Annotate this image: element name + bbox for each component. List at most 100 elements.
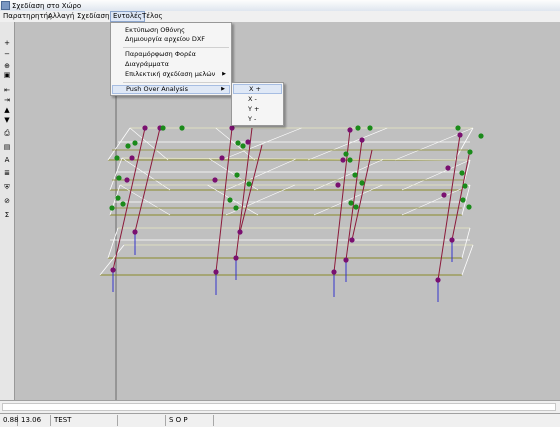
node-purple xyxy=(229,125,235,131)
menu-item-push-over[interactable]: Push Over Analysis ▶ xyxy=(112,85,230,94)
chart-icon[interactable]: ≣ xyxy=(2,169,12,178)
node-purple xyxy=(110,267,116,273)
layers-icon[interactable]: ▤ xyxy=(2,143,12,152)
node-purple xyxy=(129,155,135,161)
text-icon[interactable]: A xyxy=(2,156,12,165)
app-icon xyxy=(1,1,10,10)
vertical-toolbar: + − ⊕ ▣ ⇤ ⇥ ▲ ▼ ⎙ ▤ A ≣ ⛨ ⊘ Σ xyxy=(0,22,15,400)
slab-edge xyxy=(454,127,474,161)
node-purple xyxy=(245,139,251,145)
node-green xyxy=(234,172,240,178)
node-green xyxy=(115,195,121,201)
view-icon[interactable]: ▣ xyxy=(2,71,12,80)
node-green xyxy=(114,155,120,161)
menu-item-label: Παραμόρφωση Φορέα xyxy=(125,50,196,58)
status-name: TEST xyxy=(51,415,118,426)
menu-item-deformation[interactable]: Παραμόρφωση Φορέα xyxy=(112,50,230,59)
submenu-item-y-plus[interactable]: Y + xyxy=(233,104,282,114)
pan-right-icon[interactable]: ⇥ xyxy=(2,96,12,105)
menu-end[interactable]: Τέλος xyxy=(140,11,165,22)
grid-diagonal xyxy=(313,159,384,191)
drawing-canvas[interactable] xyxy=(15,22,560,400)
menu-item-dxf-export[interactable]: Δημιουργία αρχείου DXF xyxy=(112,35,230,44)
menu-change[interactable]: Αλλαγή xyxy=(46,11,76,22)
push-over-submenu: X + X - Y + Y - xyxy=(231,82,284,126)
slab-edge xyxy=(461,244,474,276)
node-purple xyxy=(212,177,218,183)
node-purple xyxy=(142,125,148,131)
node-purple xyxy=(347,127,353,133)
node-purple xyxy=(343,257,349,263)
node-purple xyxy=(124,177,130,183)
grid-diagonal xyxy=(401,159,471,191)
status-x: 0.88 xyxy=(0,415,19,426)
node-purple xyxy=(445,165,451,171)
sum-icon[interactable]: Σ xyxy=(2,211,12,220)
menu-item-print-screen[interactable]: Εκτύπωση Οθόνης xyxy=(112,26,230,35)
submenu-arrow-icon: ▶ xyxy=(222,71,226,77)
node-purple xyxy=(441,192,447,198)
node-purple xyxy=(359,137,365,143)
submenu-item-x-plus[interactable]: X + xyxy=(233,84,282,94)
print-icon[interactable]: ⎙ xyxy=(2,129,12,138)
node-green xyxy=(120,201,126,207)
pan-left-icon[interactable]: ⇤ xyxy=(2,86,12,95)
node-green xyxy=(353,204,359,210)
menu-item-label: Δημιουργία αρχείου DXF xyxy=(125,35,206,43)
status-mode: S O P xyxy=(166,415,214,426)
menu-item-label: Push Over Analysis xyxy=(126,85,188,93)
menu-item-selective-drawing[interactable]: Επιλεκτική σχεδίαση μελών ▶ xyxy=(112,70,230,79)
node-green xyxy=(355,125,361,131)
zoom-out-icon[interactable]: − xyxy=(2,50,12,59)
node-purple xyxy=(219,155,225,161)
node-green xyxy=(246,181,252,187)
menu-design[interactable]: Σχεδίαση xyxy=(75,11,111,22)
node-green xyxy=(455,125,461,131)
settings-icon[interactable]: ⛨ xyxy=(2,183,12,192)
submenu-item-y-minus[interactable]: Y - xyxy=(233,114,282,124)
slab-edge xyxy=(461,227,471,259)
stop-icon[interactable]: ⊘ xyxy=(2,197,12,206)
node-purple xyxy=(435,277,441,283)
node-green xyxy=(132,140,138,146)
commands-dropdown: Εκτύπωση Οθόνης Δημιουργία αρχείου DXF Π… xyxy=(110,22,232,96)
node-green xyxy=(348,200,354,206)
node-green xyxy=(116,175,122,181)
node-purple xyxy=(331,269,337,275)
pan-down-icon[interactable]: ▼ xyxy=(2,116,12,125)
horizontal-scrollbar[interactable] xyxy=(0,400,560,414)
structure-drawing xyxy=(99,88,484,400)
node-green xyxy=(240,143,246,149)
column-line xyxy=(239,144,263,233)
status-bar: 0.88 13.06 TEST S O P xyxy=(0,414,560,427)
menu-item-label: Εκτύπωση Οθόνης xyxy=(125,26,185,34)
node-green xyxy=(343,151,349,157)
zoom-in-icon[interactable]: + xyxy=(2,39,12,48)
pan-up-icon[interactable]: ▲ xyxy=(2,106,12,115)
zoom-icon[interactable]: ⊕ xyxy=(2,62,12,71)
submenu-item-x-minus[interactable]: X - xyxy=(233,94,282,104)
submenu-arrow-icon: ▶ xyxy=(221,86,225,92)
node-green xyxy=(179,125,185,131)
status-y: 13.06 xyxy=(18,415,51,426)
node-green xyxy=(467,149,473,155)
node-purple xyxy=(132,229,138,235)
node-purple xyxy=(233,255,239,261)
node-green xyxy=(478,133,484,139)
grid-diagonal xyxy=(221,127,302,161)
node-purple xyxy=(340,157,346,163)
node-purple xyxy=(237,229,243,235)
node-green xyxy=(125,143,131,149)
status-empty xyxy=(118,415,166,426)
node-green xyxy=(352,172,358,178)
scrollbar-track[interactable] xyxy=(2,403,556,411)
node-purple xyxy=(213,269,219,275)
node-green xyxy=(233,205,239,211)
menu-item-label: Επιλεκτική σχεδίαση μελών xyxy=(125,70,216,78)
node-green xyxy=(359,180,365,186)
node-green xyxy=(462,183,468,189)
node-purple xyxy=(449,237,455,243)
menu-item-label: Διαγράμματα xyxy=(125,60,169,68)
menu-item-diagrams[interactable]: Διαγράμματα xyxy=(112,60,230,69)
node-green xyxy=(160,125,166,131)
